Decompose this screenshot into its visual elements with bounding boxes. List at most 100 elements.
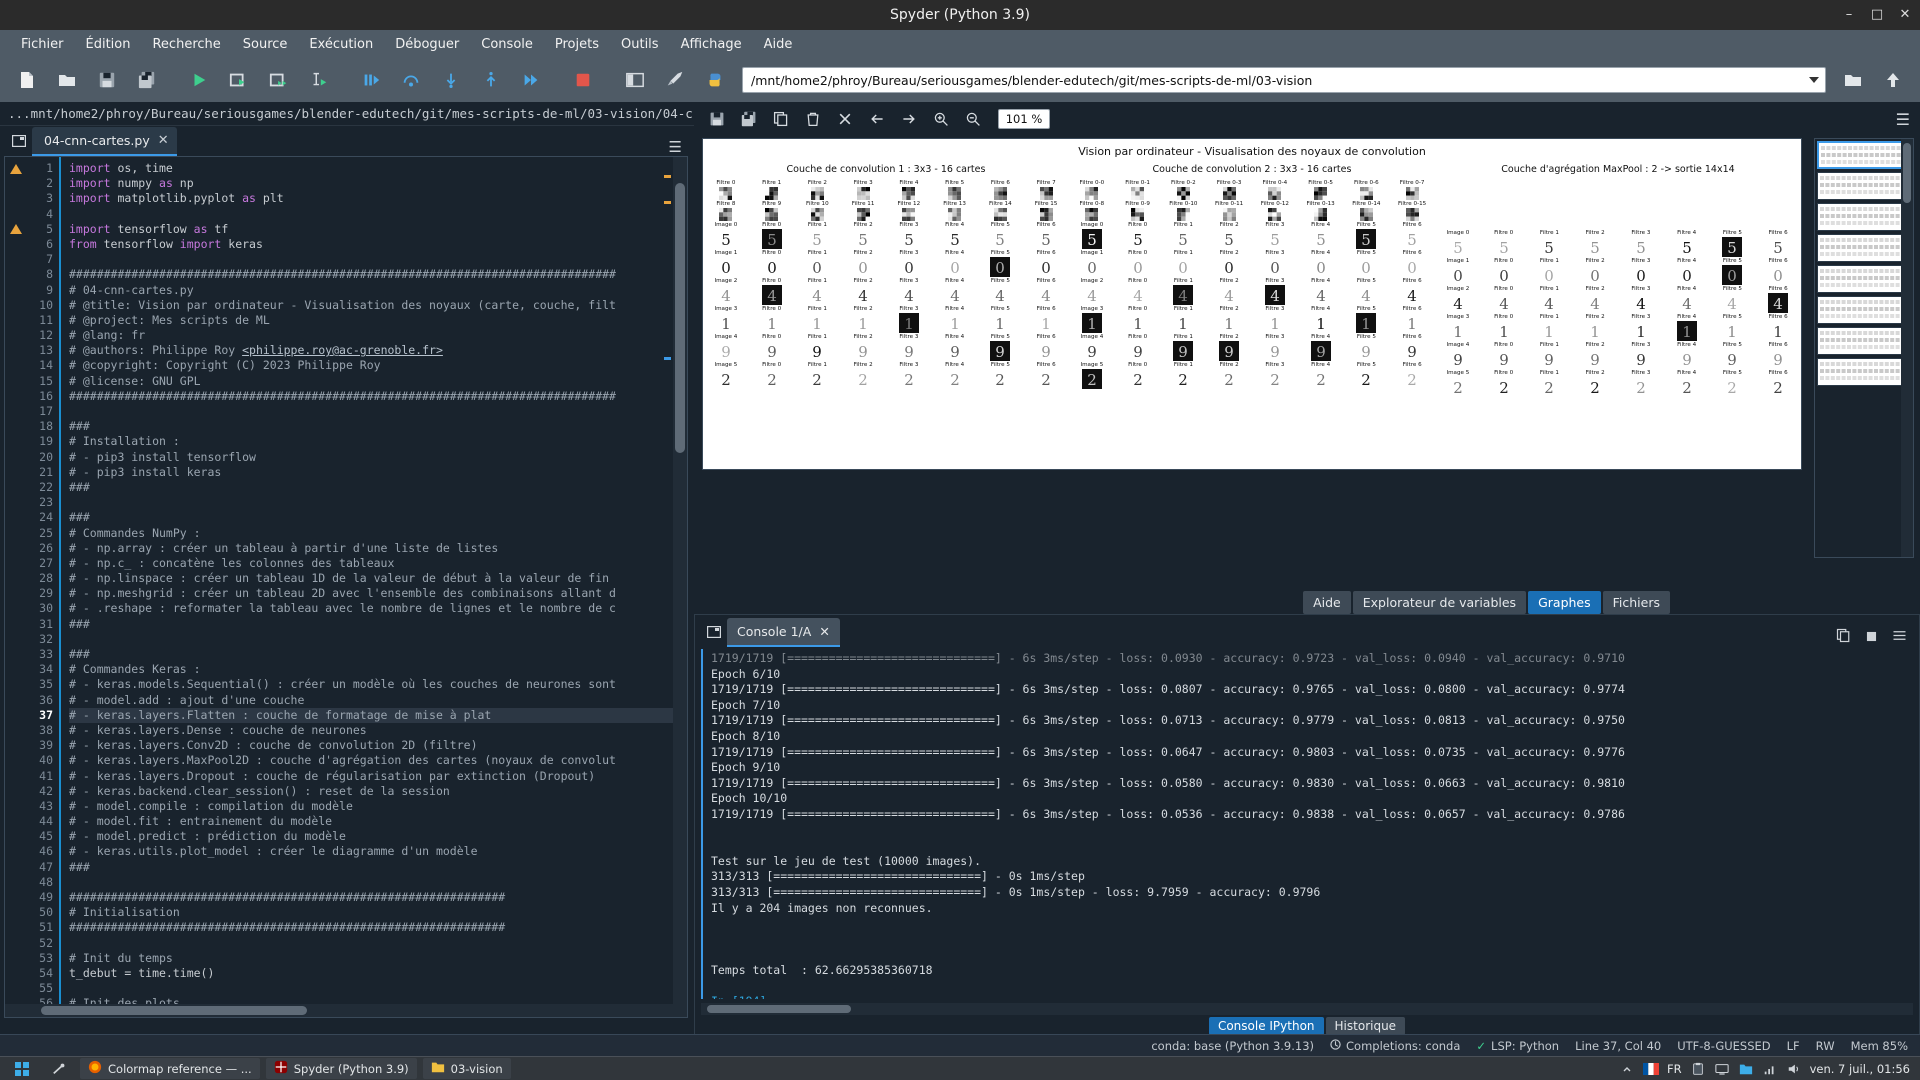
plot-thumbnail[interactable] xyxy=(1817,296,1909,324)
menu-edition[interactable]: Édition xyxy=(75,34,142,55)
taskbar-item-firefox[interactable]: Colormap reference — ... xyxy=(80,1058,260,1079)
code-line[interactable]: ### xyxy=(69,647,687,662)
code-line[interactable] xyxy=(69,981,687,996)
code-line[interactable]: # - model.fit : entrainement du modèle xyxy=(69,814,687,829)
taskbar-item-folder[interactable]: 03-vision xyxy=(422,1058,511,1079)
maximize-pane-icon[interactable] xyxy=(616,62,654,98)
thumbnail-scrollbar[interactable] xyxy=(1901,139,1913,557)
code-line[interactable]: from tensorflow import keras xyxy=(69,237,687,252)
plot-thumbnail[interactable] xyxy=(1817,141,1909,169)
code-line[interactable]: import matplotlib.pyplot as plt xyxy=(69,191,687,206)
code-line[interactable]: t_debut = time.time() xyxy=(69,966,687,981)
remove-all-plots-icon[interactable] xyxy=(830,106,860,132)
tab-explorateur-de-variables[interactable]: Explorateur de variables xyxy=(1352,590,1527,614)
plots-options-icon[interactable]: ☰ xyxy=(1896,110,1910,129)
menu-recherche[interactable]: Recherche xyxy=(141,34,231,55)
code-line[interactable]: # - model.add : ajout d'une couche xyxy=(69,693,687,708)
code-line[interactable]: # @project: Mes scripts de ML xyxy=(69,313,687,328)
code-line[interactable]: # Init du temps xyxy=(69,951,687,966)
copy-plot-icon[interactable] xyxy=(766,106,796,132)
code-line[interactable]: # - np.array : créer un tableau à partir… xyxy=(69,541,687,556)
code-line[interactable]: ########################################… xyxy=(69,389,687,404)
thumbnail-scroll-thumb[interactable] xyxy=(1903,143,1911,203)
zoom-in-icon[interactable] xyxy=(926,106,956,132)
debug-step-into-icon[interactable] xyxy=(432,62,470,98)
console-hscroll-thumb[interactable] xyxy=(707,1005,851,1013)
menu-affichage[interactable]: Affichage xyxy=(670,34,753,55)
stop-icon[interactable] xyxy=(564,62,602,98)
tab-console-ipython[interactable]: Console IPython xyxy=(1208,1017,1324,1035)
plot-thumbnail[interactable] xyxy=(1817,327,1909,355)
code-line[interactable]: import numpy as np xyxy=(69,176,687,191)
tray-keyboard-layout[interactable]: FR xyxy=(1667,1062,1682,1076)
code-line[interactable]: ### xyxy=(69,419,687,434)
chevron-down-icon[interactable] xyxy=(1809,77,1819,83)
code-line[interactable] xyxy=(69,936,687,951)
code-line[interactable]: ########################################… xyxy=(69,890,687,905)
code-line[interactable]: # @title: Vision par ordinateur - Visual… xyxy=(69,298,687,313)
plot-thumbnail[interactable] xyxy=(1817,265,1909,293)
code-line[interactable]: ########################################… xyxy=(69,267,687,282)
code-line[interactable]: # - np.meshgrid : créer un tableau 2D av… xyxy=(69,586,687,601)
taskbar-item-spyder[interactable]: Spyder (Python 3.9) xyxy=(265,1058,417,1079)
menu-projets[interactable]: Projets xyxy=(544,34,610,55)
close-icon[interactable]: ✕ xyxy=(158,133,169,148)
run-cell-icon[interactable] xyxy=(220,62,258,98)
plot-figure[interactable]: Vision par ordinateur - Visualisation de… xyxy=(702,138,1802,470)
code-line[interactable]: # - np.linspace : créer un tableau 1D de… xyxy=(69,571,687,586)
editor-vertical-scrollbar[interactable] xyxy=(673,157,687,1017)
tray-folder-icon[interactable] xyxy=(1738,1061,1754,1077)
tray-network-icon[interactable] xyxy=(1762,1061,1778,1077)
python-path-icon[interactable] xyxy=(696,62,734,98)
code-line[interactable]: # - keras.models.Sequential() : créer un… xyxy=(69,677,687,692)
parent-dir-icon[interactable] xyxy=(1874,62,1912,98)
next-plot-icon[interactable] xyxy=(894,106,924,132)
menu-aide[interactable]: Aide xyxy=(753,34,804,55)
tray-flag-icon[interactable] xyxy=(1642,1061,1659,1077)
menu-console[interactable]: Console xyxy=(470,34,544,55)
menu-fichier[interactable]: Fichier xyxy=(10,34,75,55)
debug-step-over-icon[interactable] xyxy=(392,62,430,98)
code-line[interactable]: ### xyxy=(69,510,687,525)
code-line[interactable]: # @authors: Philippe Roy <philippe.roy@a… xyxy=(69,343,687,358)
plot-thumbnail[interactable] xyxy=(1817,172,1909,200)
close-icon[interactable]: ✕ xyxy=(819,624,829,639)
code-line[interactable]: # - keras.layers.Flatten : couche de for… xyxy=(69,707,687,723)
code-line[interactable]: ### xyxy=(69,617,687,632)
console-output[interactable]: 1719/1719 [=============================… xyxy=(701,649,1913,999)
code-line[interactable]: # @lang: fr xyxy=(69,328,687,343)
tab-historique[interactable]: Historique xyxy=(1325,1017,1406,1035)
plot-thumbnail[interactable] xyxy=(1817,358,1909,386)
code-line[interactable] xyxy=(69,207,687,222)
taskbar-app-launcher[interactable] xyxy=(44,1060,74,1078)
code-line[interactable]: # - keras.utils.plot_model : créer le di… xyxy=(69,844,687,859)
code-line[interactable]: # - np.c_ : concatène les colonnes des t… xyxy=(69,556,687,571)
code-line[interactable]: # - keras.layers.Dropout : couche de rég… xyxy=(69,769,687,784)
debug-step-return-icon[interactable] xyxy=(472,62,510,98)
code-line[interactable]: # @license: GNU GPL xyxy=(69,374,687,389)
code-line[interactable]: # - pip3 install keras xyxy=(69,465,687,480)
browse-dir-icon[interactable] xyxy=(1834,62,1872,98)
plot-zoom-level[interactable]: 101 % xyxy=(998,109,1050,129)
preferences-icon[interactable] xyxy=(656,62,694,98)
code-line[interactable] xyxy=(69,875,687,890)
plot-thumbnail[interactable] xyxy=(1817,234,1909,262)
run-cell-advance-icon[interactable] xyxy=(260,62,298,98)
remove-plot-icon[interactable] xyxy=(798,106,828,132)
tray-clock[interactable]: ven. 7 juil., 01:56 xyxy=(1810,1062,1910,1076)
working-directory-input[interactable]: /mnt/home2/phroy/Bureau/seriousgames/ble… xyxy=(742,67,1826,93)
tray-clipboard-icon[interactable] xyxy=(1690,1061,1706,1077)
run-file-icon[interactable] xyxy=(180,62,218,98)
code-line[interactable]: ########################################… xyxy=(69,920,687,935)
code-line[interactable]: # - keras.layers.Dense : couche de neuro… xyxy=(69,723,687,738)
code-line[interactable]: # Installation : xyxy=(69,434,687,449)
code-line[interactable]: # 04-cnn-cartes.py xyxy=(69,283,687,298)
open-file-icon[interactable] xyxy=(48,62,86,98)
maximize-icon[interactable]: □ xyxy=(1870,8,1884,22)
close-icon[interactable]: ✕ xyxy=(1898,8,1912,22)
editor-hscroll-thumb[interactable] xyxy=(41,1006,307,1015)
tray-volume-icon[interactable] xyxy=(1786,1061,1802,1077)
tab-fichiers[interactable]: Fichiers xyxy=(1602,590,1670,614)
code-line[interactable]: # Commandes NumPy : xyxy=(69,526,687,541)
options-icon[interactable] xyxy=(1892,628,1907,647)
